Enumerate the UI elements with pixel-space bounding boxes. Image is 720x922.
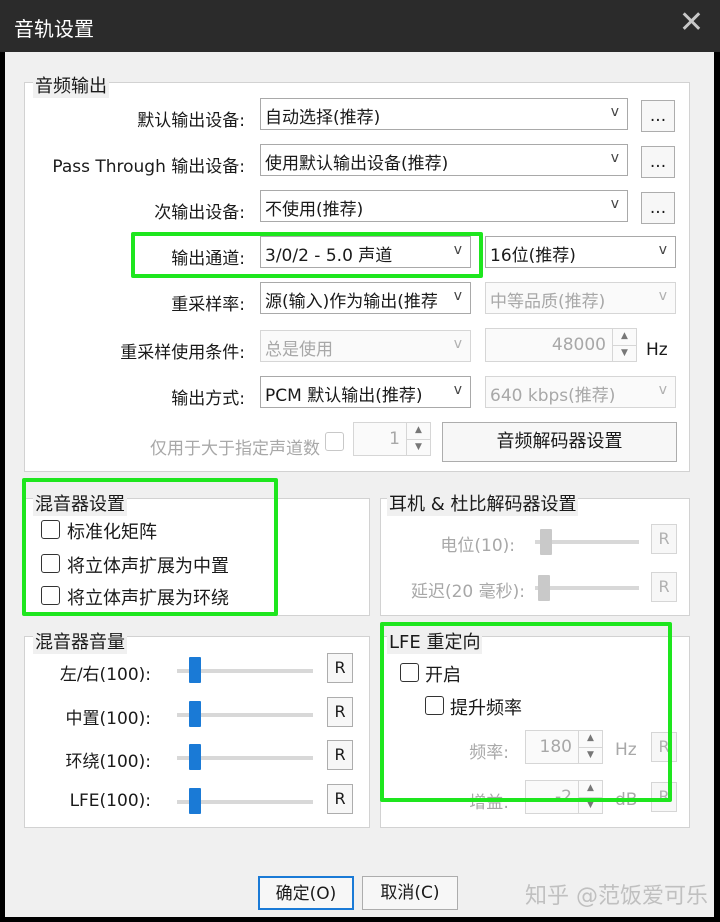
level-label: 电位(10):	[440, 536, 515, 556]
resample-condition-value: 总是使用	[265, 340, 333, 360]
mixer-volume-legend: 混音器音量	[33, 628, 127, 654]
passthrough-select[interactable]: 使用默认输出设备(推荐) v	[260, 144, 628, 176]
chevron-down-icon: v	[610, 104, 619, 120]
highlight-lfe	[380, 622, 672, 802]
only-channels-label: 仅用于大于指定声道数	[150, 439, 320, 459]
dialog-body: 音频输出 默认输出设备: 自动选择(推荐) v ... Pass Through…	[5, 52, 714, 917]
ok-button[interactable]: 确定(O)	[258, 876, 354, 910]
bit-depth-select[interactable]: 16位(推荐) v	[485, 236, 676, 268]
secondary-device-label: 次输出设备:	[154, 203, 245, 223]
only-channels-checkbox	[325, 432, 344, 451]
output-mode-value: PCM 默认输出(推荐)	[265, 386, 423, 406]
default-device-value: 自动选择(推荐)	[265, 108, 381, 128]
sample-rate-spinner: 48000 ▲ ▼	[485, 328, 637, 362]
volume-reset-button[interactable]: R	[327, 740, 353, 770]
delay-reset-button: R	[651, 572, 677, 602]
resample-condition-select: 总是使用 v	[260, 330, 471, 362]
delay-slider-thumb	[538, 575, 550, 601]
default-device-label: 默认输出设备:	[137, 111, 245, 131]
level-slider-thumb	[540, 529, 552, 555]
spinner-arrows-icon: ▲ ▼	[612, 329, 636, 361]
bitrate-value: 640 kbps(推荐)	[490, 386, 616, 406]
resample-select[interactable]: 源(输入)作为输出(推荐 v	[260, 282, 471, 314]
volume-row-label: 中置(100):	[65, 709, 151, 729]
bit-depth-value: 16位(推荐)	[490, 246, 576, 266]
volume-row-label: LFE(100):	[69, 791, 151, 811]
chevron-down-icon: v	[453, 288, 462, 304]
secondary-device-select[interactable]: 不使用(推荐) v	[260, 190, 628, 222]
resample-value: 源(输入)作为输出(推荐	[265, 292, 438, 312]
chevron-down-icon: v	[658, 288, 667, 304]
volume-slider-thumb[interactable]	[189, 657, 201, 683]
only-channels-value: 1	[389, 429, 400, 449]
output-mode-select[interactable]: PCM 默认输出(推荐) v	[260, 376, 471, 408]
chevron-down-icon: v	[453, 382, 462, 398]
volume-row-label: 左/右(100):	[59, 665, 151, 685]
volume-slider-thumb[interactable]	[189, 701, 201, 727]
delay-label: 延迟(20 毫秒):	[410, 582, 525, 602]
passthrough-browse-button[interactable]: ...	[641, 146, 675, 178]
highlight-channels	[131, 232, 483, 278]
passthrough-value: 使用默认输出设备(推荐)	[265, 154, 449, 174]
sample-rate-value: 48000	[551, 335, 606, 355]
secondary-device-value: 不使用(推荐)	[265, 200, 364, 220]
cancel-button[interactable]: 取消(C)	[362, 876, 458, 910]
quality-value: 中等品质(推荐)	[490, 292, 606, 312]
chevron-down-icon: v	[658, 382, 667, 398]
volume-slider-thumb[interactable]	[189, 744, 201, 770]
default-device-browse-button[interactable]: ...	[641, 100, 675, 132]
resample-label: 重采样率:	[171, 295, 245, 315]
title-bar: 音轨设置 ✕	[0, 0, 720, 52]
resample-condition-label: 重采样使用条件:	[120, 343, 245, 363]
sample-rate-unit: Hz	[646, 340, 668, 360]
secondary-device-browse-button[interactable]: ...	[641, 192, 675, 224]
chevron-down-icon: v	[610, 196, 619, 212]
passthrough-label: Pass Through 输出设备:	[52, 157, 245, 177]
close-icon[interactable]: ✕	[679, 8, 704, 38]
volume-slider-thumb[interactable]	[189, 788, 201, 814]
default-device-select[interactable]: 自动选择(推荐) v	[260, 98, 628, 130]
highlight-mixer-settings	[22, 478, 278, 616]
volume-reset-button[interactable]: R	[327, 653, 353, 683]
window-title: 音轨设置	[14, 17, 94, 41]
volume-reset-button[interactable]: R	[327, 697, 353, 727]
chevron-down-icon: v	[658, 242, 667, 258]
audio-decoder-settings-button[interactable]: 音频解码器设置	[442, 422, 677, 462]
quality-select: 中等品质(推荐) v	[485, 282, 676, 314]
watermark: 知乎 @范饭爱可乐	[525, 884, 708, 909]
volume-row-label: 环绕(100):	[65, 752, 151, 772]
output-mode-label: 输出方式:	[171, 389, 245, 409]
spinner-arrows-icon: ▲ ▼	[406, 423, 430, 455]
bitrate-select: 640 kbps(推荐) v	[485, 376, 676, 408]
volume-reset-button[interactable]: R	[327, 784, 353, 814]
chevron-down-icon: v	[610, 150, 619, 166]
headphone-legend: 耳机 & 杜比解码器设置	[387, 490, 579, 516]
level-reset-button: R	[651, 524, 677, 554]
delay-slider-track	[535, 586, 639, 590]
audio-output-legend: 音频输出	[33, 72, 109, 98]
only-channels-spinner: 1 ▲ ▼	[353, 422, 431, 456]
chevron-down-icon: v	[453, 336, 462, 352]
